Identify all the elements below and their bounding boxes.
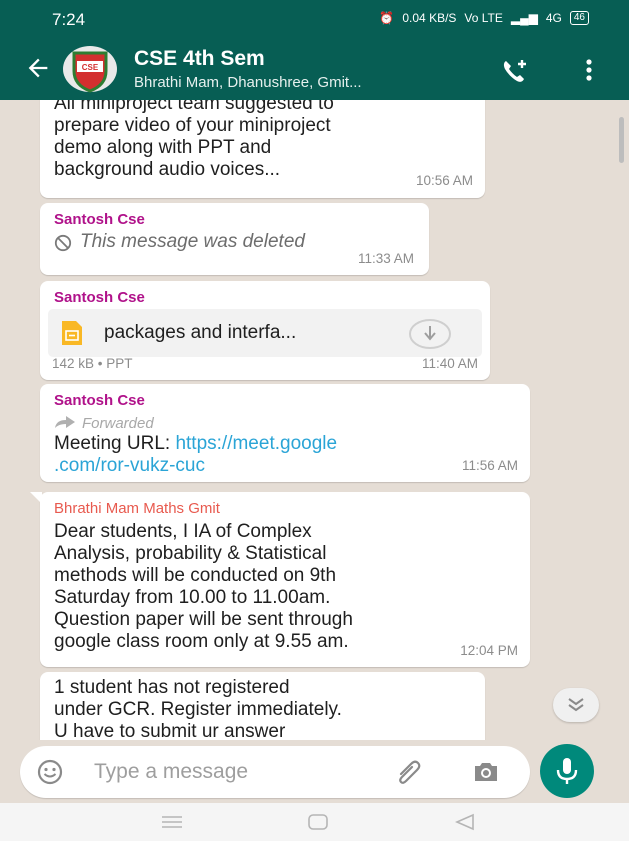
emoji-icon[interactable] [37, 759, 63, 785]
sender-name: Santosh Cse [54, 289, 145, 306]
message-composer: Type a message [20, 746, 530, 798]
message-time: 11:40 AM [421, 356, 478, 371]
scroll-to-bottom-button[interactable] [553, 688, 599, 722]
message-bubble[interactable]: All miniproject team suggested to prepar… [40, 100, 485, 198]
attach-icon[interactable] [394, 757, 424, 787]
chat-title[interactable]: CSE 4th Sem [134, 47, 265, 71]
message-bubble[interactable]: Santosh Cse Forwarded Meeting URL: https… [40, 384, 530, 482]
back-arrow-icon[interactable] [24, 54, 52, 82]
scrollbar-thumb[interactable] [619, 117, 624, 163]
chat-header: CSE CSE 4th Sem Bhrathi Mam, Dhanushree,… [0, 38, 629, 100]
message-text: Meeting URL: https://meet.google .com/ro… [54, 433, 338, 477]
signal-icon: ▂▄▆ [510, 11, 538, 25]
meeting-link[interactable]: https://meet.google [175, 433, 337, 454]
network-speed: 0.04 KB/S [402, 11, 457, 25]
system-nav-bar [0, 803, 629, 841]
ppt-file-icon [62, 321, 82, 345]
message-bubble[interactable]: Bhrathi Mam Maths Gmit Dear students, I … [30, 492, 530, 667]
message-time: 10:56 AM [415, 173, 473, 188]
volte-indicator: Vo LTE [464, 11, 503, 25]
home-nav-icon[interactable] [307, 813, 329, 831]
message-text: Dear students, I IA of Complex Analysis,… [54, 521, 353, 652]
bubble-tail [30, 492, 42, 504]
file-name: packages and interfa... [104, 322, 297, 343]
deleted-message-text: This message was deleted [80, 231, 305, 252]
menu-nav-icon[interactable] [161, 815, 183, 829]
signal-type: 4G [545, 11, 562, 25]
forwarded-label: Forwarded [82, 415, 154, 432]
back-nav-icon[interactable] [455, 813, 475, 831]
message-input[interactable]: Type a message [94, 760, 248, 784]
message-time: 11:56 AM [461, 458, 518, 473]
chat-participants[interactable]: Bhrathi Mam, Dhanushree, Gmit... [134, 74, 362, 91]
message-text: 1 student has not registered under GCR. … [54, 677, 342, 740]
message-text: All miniproject team suggested to prepar… [54, 100, 334, 180]
forward-icon [55, 416, 75, 428]
add-call-icon[interactable] [500, 57, 530, 83]
status-time: 7:24 [52, 10, 86, 29]
file-meta: 142 kB • PPT [52, 356, 133, 371]
more-options-icon[interactable] [581, 57, 597, 83]
message-list[interactable]: All miniproject team suggested to prepar… [0, 100, 629, 740]
voice-record-button[interactable] [540, 744, 594, 798]
double-chevron-down-icon [568, 698, 584, 712]
meeting-link-continued[interactable]: .com/ror-vukz-cuc [54, 455, 337, 477]
document-attachment[interactable]: packages and interfa... [48, 309, 482, 357]
alarm-icon: ⏰ [379, 11, 395, 25]
camera-icon[interactable] [472, 760, 500, 784]
message-time: 11:33 AM [357, 251, 414, 266]
status-icons: ⏰ 0.04 KB/S Vo LTE ▂▄▆ 4G 46 [379, 11, 589, 25]
message-bubble[interactable]: Santosh Cse This message was deleted 11:… [40, 203, 429, 275]
message-bubble[interactable]: Santosh Cse packages and interfa... 142 … [40, 281, 490, 380]
mic-icon [556, 758, 578, 784]
svg-text:CSE: CSE [82, 63, 99, 72]
sender-name: Santosh Cse [54, 211, 145, 228]
battery-icon: 46 [569, 11, 589, 25]
download-icon[interactable] [408, 318, 452, 350]
avatar[interactable]: CSE [62, 45, 118, 93]
sender-name: Santosh Cse [54, 392, 145, 409]
message-time: 12:04 PM [460, 643, 518, 658]
sender-name: Bhrathi Mam Maths Gmit [54, 500, 220, 517]
blocked-icon [54, 234, 72, 252]
message-bubble[interactable]: 1 student has not registered under GCR. … [40, 672, 485, 740]
status-bar: 7:24 ⏰ 0.04 KB/S Vo LTE ▂▄▆ 4G 46 [0, 0, 629, 38]
